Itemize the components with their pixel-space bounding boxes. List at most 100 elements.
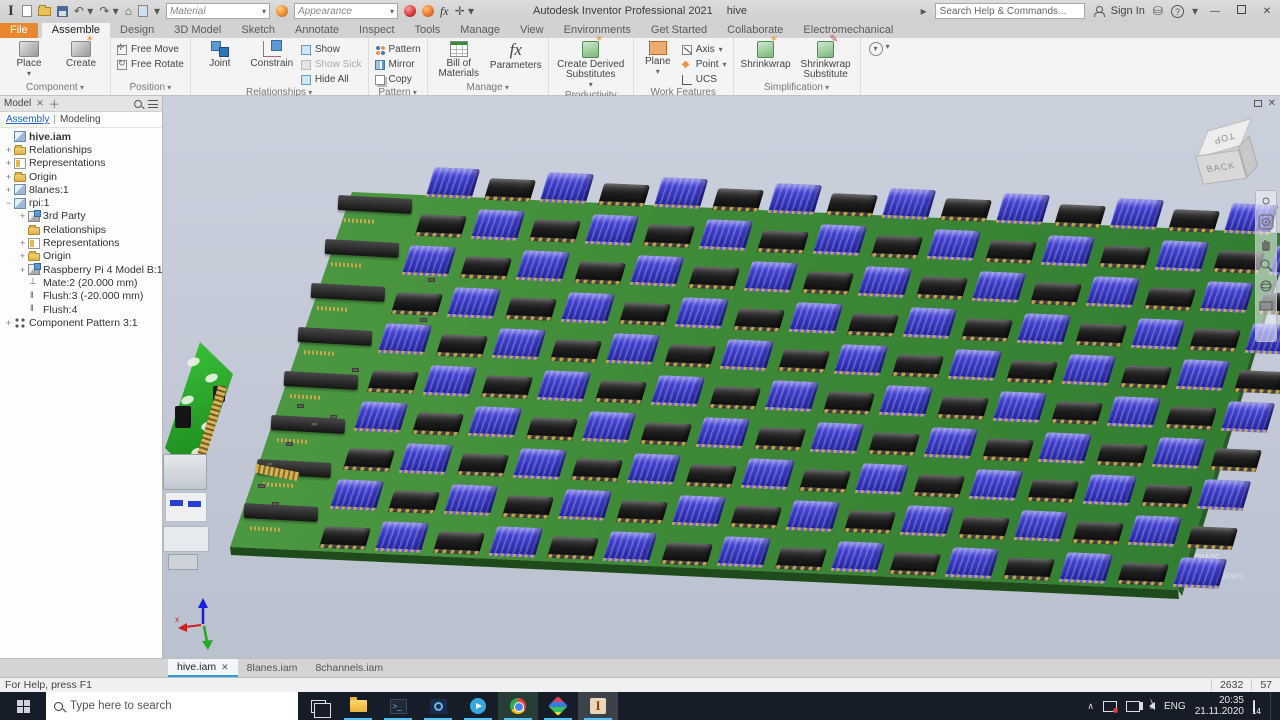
ram-module-blue[interactable] [672, 495, 727, 527]
powershell-button[interactable]: >_ [378, 692, 418, 720]
tree-item-representations[interactable]: +Representations [0, 236, 162, 249]
ram-socket-black[interactable] [688, 266, 740, 290]
ram-socket-black[interactable] [940, 199, 992, 223]
ram-module-blue[interactable] [972, 271, 1027, 303]
ram-socket-black[interactable] [529, 219, 581, 243]
show-button[interactable]: Show [298, 42, 365, 57]
clock[interactable]: 20:3521.11.2020 [1195, 695, 1244, 717]
ram-socket-black[interactable] [1099, 245, 1151, 269]
ram-module-blue[interactable] [996, 193, 1051, 225]
browser-search-icon[interactable] [134, 100, 142, 108]
ram-module-blue[interactable] [423, 365, 478, 397]
ram-module-blue[interactable] [1128, 516, 1183, 548]
ram-socket-black[interactable] [937, 396, 989, 420]
ram-module-blue[interactable] [879, 386, 934, 418]
view-cube-back-face[interactable]: BACK [1195, 150, 1247, 185]
ram-module-blue[interactable] [993, 391, 1048, 423]
tree-item-flush-3-20-000-mm-[interactable]: Flush:3 (-20.000 mm) [0, 290, 162, 303]
material-combo[interactable]: Material▾ [166, 3, 270, 19]
browser-menu-icon[interactable] [148, 100, 158, 108]
ram-module-blue[interactable] [471, 209, 526, 241]
menu-tab-design[interactable]: Design [110, 23, 164, 38]
language-indicator[interactable]: ENG [1164, 701, 1186, 712]
ram-socket-black[interactable] [871, 235, 923, 259]
ram-socket-black[interactable] [547, 537, 599, 561]
ram-module-blue[interactable] [945, 547, 1000, 579]
task-view-button[interactable] [298, 692, 338, 720]
ram-socket-black[interactable] [847, 313, 899, 337]
tree-item-origin[interactable]: +Origin [0, 250, 162, 263]
action-center-button[interactable]: 14 [1253, 701, 1255, 712]
ram-module-blue[interactable] [540, 172, 595, 204]
ram-socket-black[interactable] [643, 225, 695, 249]
tree-item-relationships[interactable]: +Relationships [0, 143, 162, 156]
ram-module-blue[interactable] [399, 443, 454, 475]
ram-socket-black[interactable] [484, 178, 536, 202]
ram-module-blue[interactable] [1200, 282, 1255, 314]
ram-module-blue[interactable] [813, 224, 868, 256]
ram-socket-black[interactable] [1210, 448, 1262, 472]
ram-socket-black[interactable] [343, 448, 395, 472]
ram-socket-black[interactable] [844, 511, 896, 535]
ram-module-blue[interactable] [1062, 354, 1117, 386]
ram-socket-black[interactable] [889, 552, 941, 576]
orbit-icon[interactable] [1259, 279, 1273, 293]
cart-icon[interactable]: ⛁ [1153, 4, 1163, 18]
ram-module-blue[interactable] [654, 178, 709, 210]
menu-tab-tools[interactable]: Tools [405, 23, 451, 38]
ram-module-blue[interactable] [1083, 474, 1138, 506]
ram-module-blue[interactable] [603, 531, 658, 563]
menu-tab-electromechanical[interactable]: Electromechanical [793, 23, 903, 38]
ram-socket-black[interactable] [826, 193, 878, 217]
ram-socket-black[interactable] [571, 459, 623, 483]
ram-socket-black[interactable] [505, 297, 557, 321]
axis-button[interactable]: Axis▾ [679, 42, 730, 57]
ram-module-blue[interactable] [402, 245, 457, 277]
ram-module-blue[interactable] [1173, 557, 1228, 589]
ram-module-blue[interactable] [948, 349, 1003, 381]
ram-module-blue[interactable] [768, 183, 823, 215]
ram-socket-black[interactable] [958, 516, 1010, 540]
ram-socket-black[interactable] [709, 386, 761, 410]
zoom-icon[interactable] [1259, 258, 1273, 272]
tree-item-representations[interactable]: +Representations [0, 157, 162, 170]
bill-of-materials-button[interactable]: Bill of Materials [431, 40, 487, 79]
tree-item-3rd-party[interactable]: +3rd Party [0, 210, 162, 223]
ram-module-blue[interactable] [1221, 401, 1276, 433]
ram-socket-black[interactable] [457, 453, 509, 477]
ram-module-blue[interactable] [1041, 235, 1096, 267]
ram-socket-black[interactable] [436, 334, 488, 358]
restore-button[interactable] [1232, 5, 1250, 17]
hide-all-button[interactable]: Hide All [298, 72, 365, 87]
ram-socket-black[interactable] [802, 271, 854, 295]
ram-socket-black[interactable] [730, 505, 782, 529]
tree-item-component-pattern-3-1[interactable]: +Component Pattern 3:1 [0, 316, 162, 329]
qat-add-icon[interactable]: ✛ ▾ [455, 4, 474, 18]
ram-module-blue[interactable] [786, 500, 841, 532]
constrain-button[interactable]: Constrain [246, 40, 298, 69]
menu-tab-view[interactable]: View [510, 23, 554, 38]
network-icon[interactable] [1126, 701, 1140, 712]
tree-item-flush-4[interactable]: Flush:4 [0, 303, 162, 316]
ram-socket-black[interactable] [502, 495, 554, 519]
free-rotate-button[interactable]: Free Rotate [114, 57, 187, 72]
viewport-close-icon[interactable]: ✕ [1268, 98, 1276, 109]
ram-socket-black[interactable] [388, 490, 440, 514]
adjust-ball-icon[interactable] [404, 5, 416, 17]
ram-socket-black[interactable] [775, 547, 827, 571]
ram-socket-black[interactable] [892, 355, 944, 379]
tree-item-relationships[interactable]: Relationships [0, 223, 162, 236]
chrome-button[interactable] [498, 692, 538, 720]
tree-toggle-icon[interactable]: + [4, 172, 13, 182]
menu-tab-annotate[interactable]: Annotate [285, 23, 349, 38]
ram-socket-black[interactable] [1054, 204, 1106, 228]
ram-module-blue[interactable] [969, 469, 1024, 501]
save-icon[interactable] [57, 6, 68, 17]
ram-module-blue[interactable] [492, 328, 547, 360]
ram-socket-black[interactable] [913, 474, 965, 498]
start-button[interactable] [0, 692, 46, 720]
shrinkwrap-substitute-button[interactable]: Shrinkwrap Substitute [795, 40, 857, 80]
place-button[interactable]: Place▾ [3, 40, 55, 79]
ram-socket-black[interactable] [574, 261, 626, 285]
copy-button[interactable]: Copy [372, 72, 424, 87]
